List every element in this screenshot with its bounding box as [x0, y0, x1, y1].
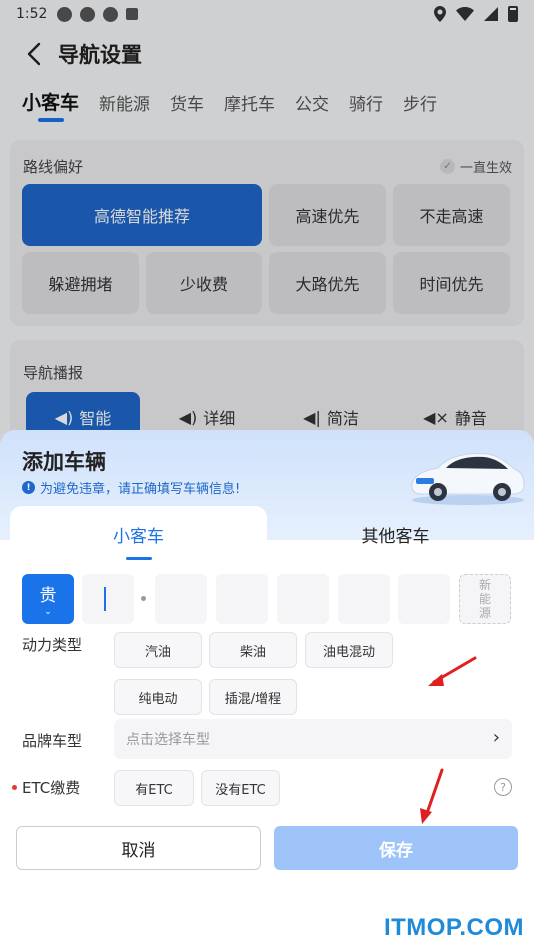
plate-separator-dot — [141, 596, 146, 601]
province-value: 贵 — [39, 586, 57, 606]
required-dot — [12, 785, 17, 790]
new-energy-plate-slot[interactable]: 新 能 源 — [459, 574, 511, 624]
help-icon[interactable]: ? — [494, 778, 512, 796]
brand-label: 品牌车型 — [22, 732, 83, 750]
annotation-arrow — [428, 656, 477, 686]
car-illustration — [411, 453, 525, 505]
brand-selector[interactable]: 点击选择车型 › — [114, 719, 512, 759]
annotation-arrow — [420, 768, 444, 824]
province-selector[interactable]: 贵 ⌄ — [22, 574, 74, 624]
save-button[interactable]: 保存 — [274, 826, 518, 870]
plate-char-input[interactable] — [338, 574, 390, 624]
tab-other-car[interactable]: 其他客车 — [267, 506, 524, 582]
brand-placeholder: 点击选择车型 — [126, 732, 210, 748]
plate-char-input[interactable] — [277, 574, 329, 624]
info-icon: ! — [22, 481, 35, 494]
power-option-diesel[interactable]: 柴油 — [209, 632, 297, 668]
sheet-notice: ! 为避免违章，请正确填写车辆信息! — [22, 478, 240, 497]
etc-option-yes[interactable]: 有ETC — [114, 770, 194, 806]
sheet-notice-text: 为避免违章，请正确填写车辆信息! — [40, 482, 241, 497]
add-vehicle-sheet: 添加车辆 ! 为避免违章，请正确填写车辆信息! 小客车 其他客车 贵 ⌄ 新 能… — [0, 430, 534, 950]
power-option-gasoline[interactable]: 汽油 — [114, 632, 202, 668]
power-option-electric[interactable]: 纯电动 — [114, 679, 202, 715]
sheet-title: 添加车辆 — [22, 450, 106, 474]
cancel-button[interactable]: 取消 — [16, 826, 261, 870]
plate-char-input[interactable] — [398, 574, 450, 624]
etc-option-no[interactable]: 没有ETC — [201, 770, 280, 806]
plate-char-input[interactable] — [155, 574, 207, 624]
power-option-hybrid[interactable]: 油电混动 — [305, 632, 393, 668]
text-cursor — [104, 587, 106, 611]
vehicle-category-tabs: 小客车 其他客车 — [10, 506, 524, 582]
plate-char-input[interactable] — [82, 574, 134, 624]
power-type-label: 动力类型 — [22, 636, 83, 654]
etc-label: ETC缴费 — [22, 779, 81, 797]
tab-small-car[interactable]: 小客车 — [10, 506, 267, 582]
chevron-right-icon: › — [492, 727, 500, 748]
plate-char-input[interactable] — [216, 574, 268, 624]
watermark: ITMOP.COM — [383, 914, 524, 941]
power-option-plugin-hybrid[interactable]: 插混/增程 — [209, 679, 297, 715]
chevron-down-icon: ⌄ — [44, 607, 52, 617]
